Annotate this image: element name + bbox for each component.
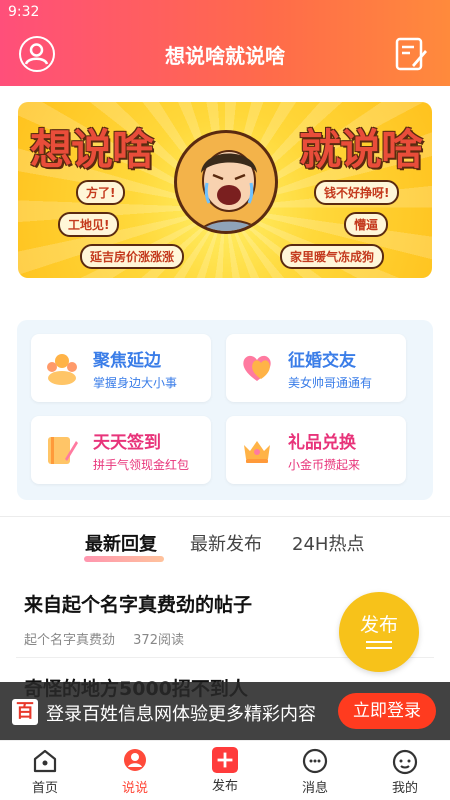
entry-subtitle: 美女帅哥通通有	[288, 376, 373, 390]
entry-daily-checkin[interactable]: 天天签到 拼手气领现金红包	[31, 416, 211, 484]
entry-title: 礼品兑换	[288, 433, 356, 453]
nav-label: 消息	[301, 781, 328, 796]
feature-entries: 聚焦延边 掌握身边大小事 征婚交友 美女帅哥通通有 天天签到 拼手气领现金红包 …	[17, 320, 433, 500]
edit-note-icon	[395, 37, 427, 71]
nav-label: 我的	[391, 781, 418, 796]
home-icon	[33, 749, 57, 773]
face-icon	[392, 749, 418, 775]
login-prompt-bar: 百 登录百姓信息网体验更多精彩内容 立即登录	[0, 682, 450, 740]
nav-messages[interactable]: 消息	[280, 747, 350, 796]
banner-tag: 懵逼	[344, 212, 389, 237]
people-group-icon	[47, 354, 77, 385]
nav-publish[interactable]: 发布	[190, 747, 260, 794]
publish-fab-label: 发布	[359, 614, 398, 636]
banner-tag: 钱不好挣呀!	[314, 180, 400, 205]
banner-title-left: 想说啥	[30, 125, 154, 174]
page-title: 想说啥就说啥	[165, 44, 285, 68]
post-author: 起个名字真费劲	[24, 633, 116, 648]
banner-tag: 方了!	[76, 180, 126, 205]
heart-icon	[243, 355, 271, 381]
nav-shuoshuo[interactable]: 说说	[100, 747, 170, 796]
nav-home[interactable]: 首页	[10, 747, 80, 796]
banner-character-illustration	[174, 130, 278, 234]
menu-lines-icon	[366, 641, 392, 643]
nav-profile[interactable]: 我的	[370, 747, 440, 796]
bottom-nav: 首页 说说 发布 消息 我的	[0, 740, 450, 800]
promo-banner[interactable]: 想说啥 就说啥 方了! 工地见! 延吉房价涨涨涨 钱不好挣呀! 懵逼 家里暖气冻…	[18, 102, 432, 278]
entry-subtitle: 小金币攒起来	[288, 458, 361, 472]
banner-tag: 延吉房价涨涨涨	[80, 244, 185, 269]
message-icon	[302, 748, 328, 774]
entry-title: 征婚交友	[288, 351, 356, 371]
plus-icon	[212, 747, 238, 773]
entry-subtitle: 掌握身边大小事	[93, 376, 178, 390]
nav-label: 首页	[31, 781, 58, 796]
login-prompt-text: 登录百姓信息网体验更多精彩内容	[46, 704, 316, 725]
edit-post-button[interactable]	[394, 36, 428, 72]
app-header: 9:32 想说啥就说啥	[0, 0, 450, 86]
section-divider	[0, 516, 450, 517]
entry-dating[interactable]: 征婚交友 美女帅哥通通有	[226, 334, 406, 402]
login-button[interactable]: 立即登录	[338, 693, 436, 729]
chat-bubble-icon	[124, 749, 146, 771]
brand-logo: 百	[12, 699, 38, 725]
post-read-count: 372阅读	[133, 633, 184, 648]
entry-focus-yanbian[interactable]: 聚焦延边 掌握身边大小事	[31, 334, 211, 402]
crown-icon	[244, 441, 270, 463]
notebook-pencil-icon	[48, 437, 78, 464]
menu-lines-icon	[366, 647, 392, 649]
nav-label: 发布	[211, 779, 238, 794]
entry-title: 聚焦延边	[93, 351, 161, 371]
banner-tag: 家里暖气冻成狗	[280, 244, 385, 269]
tab-latest-posts[interactable]: 最新发布	[190, 530, 262, 556]
active-tab-indicator	[84, 556, 164, 562]
banner-title-right: 就说啥	[298, 125, 423, 174]
tab-24h-hot[interactable]: 24H热点	[292, 530, 364, 556]
feed-tabs: 最新回复 最新发布 24H热点	[0, 530, 450, 566]
tab-latest-replies[interactable]: 最新回复	[85, 530, 157, 556]
entry-subtitle: 拼手气领现金红包	[93, 458, 190, 472]
publish-fab[interactable]: 发布	[339, 592, 419, 672]
nav-label: 说说	[121, 781, 148, 796]
status-time: 9:32	[8, 4, 40, 20]
entry-title: 天天签到	[93, 433, 161, 453]
entry-gift-exchange[interactable]: 礼品兑换 小金币攒起来	[226, 416, 406, 484]
banner-tag: 工地见!	[58, 212, 120, 237]
